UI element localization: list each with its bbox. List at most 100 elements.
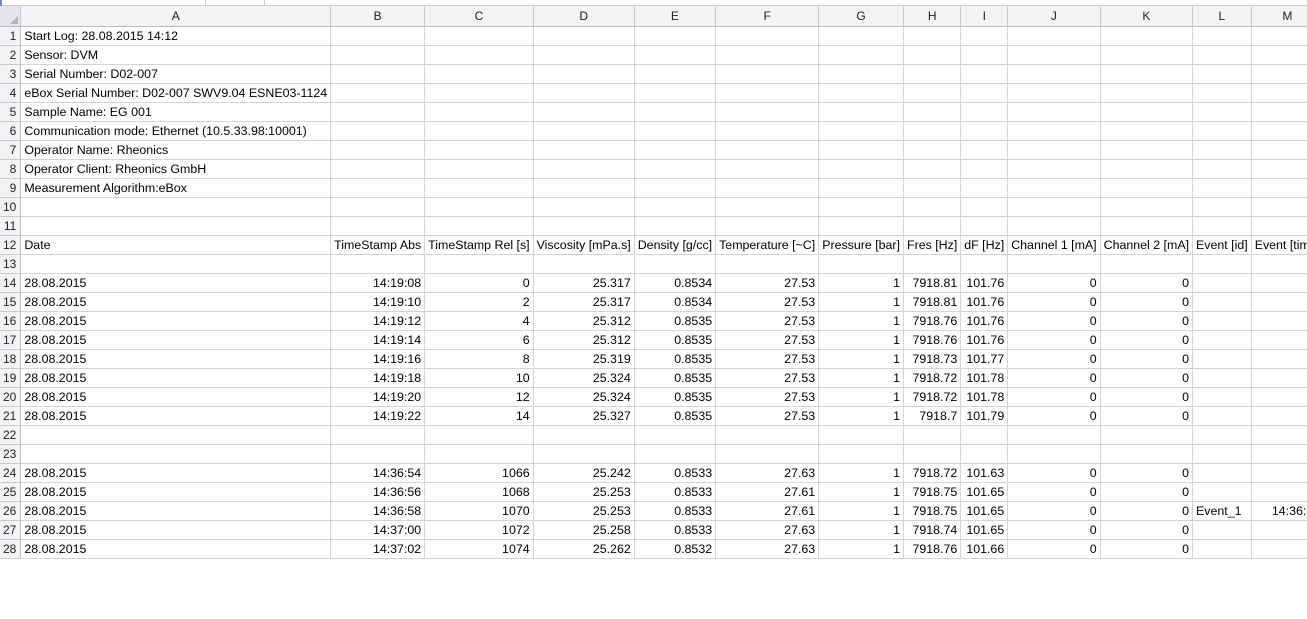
cell[interactable] <box>960 102 1009 122</box>
cell[interactable] <box>634 45 717 65</box>
cell[interactable] <box>330 197 426 217</box>
cell[interactable] <box>533 121 635 141</box>
cell[interactable] <box>424 64 534 84</box>
df-cell[interactable]: 101.78 <box>960 387 1009 407</box>
column-title-event-id[interactable]: Event [id] <box>1192 235 1252 255</box>
cell[interactable] <box>1007 121 1101 141</box>
df-cell[interactable]: 101.76 <box>960 330 1009 350</box>
df-cell[interactable]: 101.65 <box>960 520 1009 540</box>
row-header[interactable]: 24 <box>0 463 22 483</box>
cell[interactable] <box>960 444 1009 464</box>
temperature-cell[interactable]: 27.53 <box>715 292 820 312</box>
cell[interactable] <box>818 178 905 198</box>
row-header[interactable]: 22 <box>0 425 22 445</box>
date-cell[interactable]: 28.08.2015 <box>20 501 332 521</box>
column-header-a[interactable]: A <box>20 6 332 27</box>
df-cell[interactable]: 101.76 <box>960 311 1009 331</box>
row-header[interactable]: 11 <box>0 216 22 236</box>
cell[interactable] <box>1007 216 1101 236</box>
cell[interactable] <box>1251 425 1307 445</box>
cell[interactable] <box>1192 425 1252 445</box>
channel-1-cell[interactable]: 0 <box>1007 292 1101 312</box>
cell[interactable] <box>424 45 534 65</box>
column-header-h[interactable]: H <box>903 6 962 27</box>
row-header[interactable]: 8 <box>0 159 22 179</box>
fres-cell[interactable]: 7918.81 <box>903 273 962 293</box>
cell[interactable] <box>634 444 717 464</box>
cell[interactable] <box>330 64 426 84</box>
date-cell[interactable]: 28.08.2015 <box>20 482 332 502</box>
cell[interactable] <box>960 121 1009 141</box>
cell[interactable] <box>1007 64 1101 84</box>
event-time-cell[interactable]: 14:36:59 <box>1251 501 1307 521</box>
channel-2-cell[interactable]: 0 <box>1100 292 1194 312</box>
cell[interactable] <box>960 254 1009 274</box>
cell[interactable] <box>533 197 635 217</box>
cell[interactable] <box>1007 197 1101 217</box>
cell[interactable] <box>903 216 962 236</box>
viscosity-cell[interactable]: 25.317 <box>533 273 635 293</box>
df-cell[interactable]: 101.65 <box>960 501 1009 521</box>
channel-2-cell[interactable]: 0 <box>1100 482 1194 502</box>
timestamp-abs-cell[interactable]: 14:36:54 <box>330 463 426 483</box>
column-title-date[interactable]: Date <box>20 235 332 255</box>
temperature-cell[interactable]: 27.63 <box>715 520 820 540</box>
timestamp-abs-cell[interactable]: 14:37:00 <box>330 520 426 540</box>
fres-cell[interactable]: 7918.76 <box>903 330 962 350</box>
cell[interactable] <box>1007 254 1101 274</box>
date-cell[interactable]: 28.08.2015 <box>20 311 332 331</box>
cell[interactable] <box>903 102 962 122</box>
pressure-cell[interactable]: 1 <box>818 368 905 388</box>
cell[interactable] <box>424 425 534 445</box>
cell[interactable] <box>330 216 426 236</box>
header-line-cell[interactable]: Sensor: DVM <box>20 45 332 65</box>
row-header[interactable]: 28 <box>0 539 22 559</box>
cell[interactable] <box>330 45 426 65</box>
event-id-cell[interactable] <box>1192 463 1252 483</box>
cell[interactable] <box>960 26 1009 46</box>
pressure-cell[interactable]: 1 <box>818 463 905 483</box>
cell[interactable] <box>960 425 1009 445</box>
cell[interactable] <box>1100 45 1194 65</box>
date-cell[interactable]: 28.08.2015 <box>20 349 332 369</box>
cell[interactable] <box>634 102 717 122</box>
viscosity-cell[interactable]: 25.253 <box>533 501 635 521</box>
column-title-event-time[interactable]: Event [time] <box>1251 235 1307 255</box>
cell[interactable] <box>715 45 820 65</box>
cell[interactable] <box>330 444 426 464</box>
timestamp-abs-cell[interactable]: 14:19:10 <box>330 292 426 312</box>
date-cell[interactable]: 28.08.2015 <box>20 520 332 540</box>
row-header[interactable]: 27 <box>0 520 22 540</box>
cell[interactable] <box>903 45 962 65</box>
column-header-e[interactable]: E <box>634 6 717 27</box>
viscosity-cell[interactable]: 25.258 <box>533 520 635 540</box>
channel-2-cell[interactable]: 0 <box>1100 520 1194 540</box>
cell[interactable] <box>533 83 635 103</box>
cell[interactable] <box>1251 64 1307 84</box>
channel-2-cell[interactable]: 0 <box>1100 273 1194 293</box>
event-time-cell[interactable] <box>1251 539 1307 559</box>
timestamp-rel-cell[interactable]: 2 <box>424 292 534 312</box>
cell[interactable] <box>903 197 962 217</box>
cell[interactable] <box>715 425 820 445</box>
cell[interactable] <box>960 178 1009 198</box>
cell[interactable] <box>20 254 332 274</box>
timestamp-abs-cell[interactable]: 14:19:18 <box>330 368 426 388</box>
cell[interactable] <box>960 64 1009 84</box>
cell[interactable] <box>1192 197 1252 217</box>
header-line-cell[interactable]: Communication mode: Ethernet (10.5.33.98… <box>20 121 332 141</box>
cell[interactable] <box>533 26 635 46</box>
cell[interactable] <box>1192 83 1252 103</box>
cell[interactable] <box>1251 102 1307 122</box>
channel-1-cell[interactable]: 0 <box>1007 349 1101 369</box>
channel-1-cell[interactable]: 0 <box>1007 539 1101 559</box>
column-header-c[interactable]: C <box>424 6 534 27</box>
cell[interactable] <box>1100 64 1194 84</box>
cell[interactable] <box>903 425 962 445</box>
header-line-cell[interactable]: Measurement Algorithm:eBox <box>20 178 332 198</box>
cell[interactable] <box>715 83 820 103</box>
cell[interactable] <box>20 425 332 445</box>
viscosity-cell[interactable]: 25.312 <box>533 330 635 350</box>
column-header-j[interactable]: J <box>1007 6 1101 27</box>
fres-cell[interactable]: 7918.73 <box>903 349 962 369</box>
